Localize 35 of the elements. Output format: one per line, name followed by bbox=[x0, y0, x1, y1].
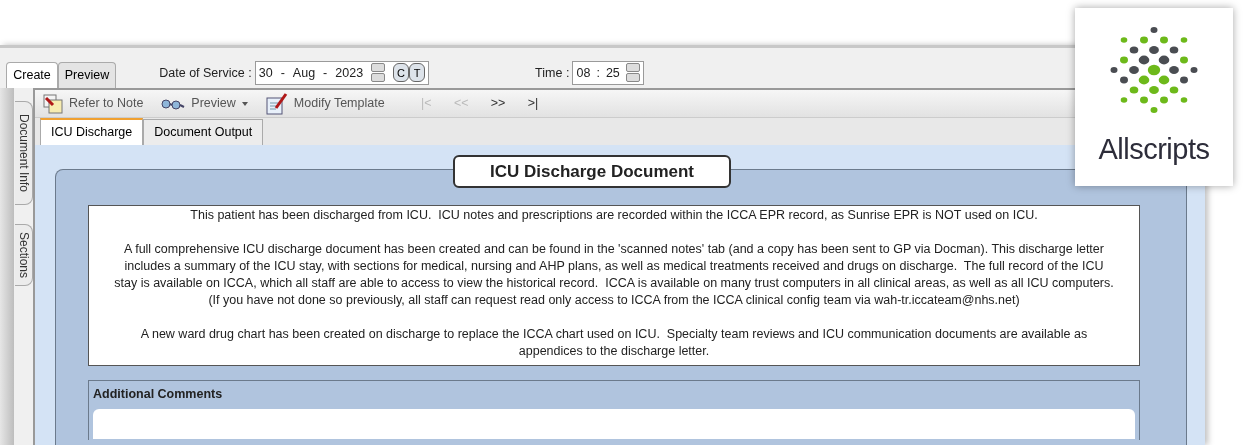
caret-icon bbox=[241, 101, 248, 106]
logo-icon bbox=[1108, 24, 1200, 116]
notice-text: appendices to the discharge letter. bbox=[517, 343, 711, 360]
notice-text: This patient has been discharged from ICU. ICU notes and prescriptions are recorded within the ICCA EPR record, as Sunrise EPR is NOT used on ICU. bbox=[189, 207, 1039, 224]
form-title: ICU Discharge Document bbox=[453, 155, 731, 188]
spinner-icon[interactable] bbox=[371, 63, 386, 83]
comments-field[interactable] bbox=[93, 408, 1135, 439]
window-tab[interactable]: Preview bbox=[57, 62, 117, 88]
field-label: Time : bbox=[535, 64, 570, 82]
edit-document-icon bbox=[265, 92, 288, 115]
side-tab[interactable]: Document Info bbox=[15, 101, 33, 205]
toolbar-button[interactable]: Refer to Note bbox=[41, 93, 146, 114]
notice-text: (If you have not done so previously, all staff can request read only access to ICCA from the ICCA clinical config team via wah-tr.iccateam@nhs.net) bbox=[207, 292, 1021, 309]
navigation-button[interactable]: >> bbox=[482, 94, 514, 113]
notice-text: A new ward drug chart has been created on discharge to replace the ICCA chart used on ICU. Specialty team reviews and ICU communication documents are available as bbox=[139, 326, 1089, 343]
toolbar-button[interactable]: Preview bbox=[159, 94, 250, 113]
glasses-icon bbox=[161, 97, 186, 110]
comments-label: Additional Comments bbox=[93, 386, 223, 403]
date-shortcut-button[interactable]: C bbox=[393, 63, 410, 83]
date-field[interactable]: 30 - Aug - 2023 C T bbox=[254, 60, 430, 85]
spinner-icon[interactable] bbox=[625, 63, 640, 83]
notice-text: A full comprehensive ICU discharge document has been created and can be found in the 'scanned notes' tab (and a copy has been sent to GP via Docman). This discharge letter bbox=[123, 241, 1105, 258]
notice-text: stay is available on ICCA, which all staff are able to access to view the historical record. ICCA is available on many trust computers in all clinical areas, as well as all ICU computers. bbox=[113, 275, 1115, 292]
notice-text: includes a summary of the ICU stay, with sections for medical, nursing and AHP plans, as well as medical treatments received and drugs on discharge. The full record of the ICU bbox=[123, 258, 1105, 275]
window-tab[interactable]: Create bbox=[6, 62, 58, 88]
document-tab[interactable]: ICU Discharge bbox=[40, 118, 144, 145]
logo-text: Allscripts bbox=[1098, 132, 1210, 167]
time-field[interactable]: 08 : 25 bbox=[572, 60, 644, 85]
document-tab[interactable]: Document Output bbox=[143, 119, 264, 145]
navigation-button[interactable]: >| bbox=[519, 94, 547, 113]
toolbar-button[interactable]: Modify Template bbox=[263, 92, 387, 115]
note-arrow-icon bbox=[43, 93, 63, 114]
side-tab[interactable]: Sections bbox=[15, 223, 33, 286]
field-label: Date of Service : bbox=[159, 64, 252, 82]
date-shortcut-button[interactable]: T bbox=[409, 63, 426, 83]
